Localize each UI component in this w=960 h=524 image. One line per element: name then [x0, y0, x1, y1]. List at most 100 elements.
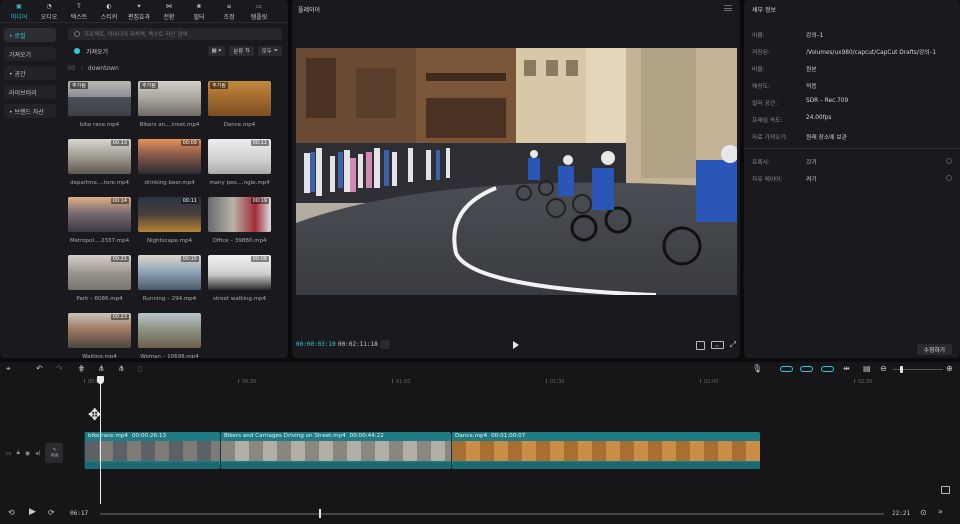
play-icon[interactable]	[513, 341, 519, 349]
duration-badge: 00:19	[250, 198, 269, 204]
media-item[interactable]: 00:08 street walking.mp4	[208, 255, 271, 302]
audio-icon: ◔	[46, 3, 52, 10]
import-button[interactable]: 가져오기	[86, 47, 108, 56]
link-main-icon[interactable]	[780, 366, 793, 372]
detail-row: 컬러 공간: SDR – Rec.709	[752, 98, 952, 107]
media-thumbnail: 00:13	[68, 139, 131, 174]
info-icon[interactable]	[946, 158, 952, 164]
fullscreen-icon[interactable]: ⤢	[730, 340, 736, 350]
media-item[interactable]: 00:15 Running – 294.mp4	[138, 255, 201, 302]
zoom-in-icon[interactable]: ⊕	[946, 365, 953, 373]
track-lock-icon[interactable]: 🔒︎	[17, 449, 20, 457]
playhead[interactable]	[97, 376, 104, 504]
media-item[interactable]: 추가됨 bike race.mp4	[68, 81, 131, 128]
tab-audio[interactable]: ◔ 오디오	[34, 0, 64, 22]
footer-play-icon[interactable]: ▶	[29, 508, 36, 517]
sidebar-item[interactable]: 가져오기	[4, 47, 56, 61]
footer-scrubber[interactable]	[100, 513, 884, 515]
tab-adjust[interactable]: ≡ 조정	[214, 0, 244, 22]
search-input[interactable]: 프로젝트, 아이디어 피처백, 텍스트 라인 검색	[68, 28, 282, 40]
detail-key: 자유 레이어:	[752, 177, 783, 183]
timeline-clip[interactable]: Dance.mp4 00:01:00:07	[451, 432, 760, 469]
sidebar-item[interactable]: • 공간	[4, 66, 56, 80]
media-item[interactable]: 00:11 many peo....ngle.mp4	[208, 139, 271, 186]
footer-scrubber-knob[interactable]	[319, 509, 321, 518]
template-icon: ▭	[256, 3, 262, 10]
media-thumbnail: 00:21	[68, 255, 131, 290]
track-header: ▭ 🔒︎ ◉ ◂) ✎ 커버	[4, 436, 80, 470]
expand-icon[interactable]: »	[938, 508, 943, 516]
track-eye-icon[interactable]: ◉	[25, 450, 30, 457]
undo-icon[interactable]: ↶	[36, 365, 43, 373]
tab-text[interactable]: T 텍스트	[64, 0, 94, 22]
split-right-icon[interactable]: ⋔	[118, 365, 125, 373]
sidebar-item[interactable]: 라이브러리	[4, 85, 56, 99]
caption-icon[interactable]: ▤	[863, 365, 871, 373]
media-item[interactable]: 00:11 Nightscape.mp4	[138, 197, 201, 244]
prev-segment-icon[interactable]: ⊙	[920, 509, 927, 517]
timeline-toolbar: ⌖ ↶ ↷ ⋕ ⋔ ⋔ ▯ 🎙︎ ⇹ ▤ ⊖ ⊕	[0, 362, 960, 376]
tab-filter[interactable]: ❀ 필터	[184, 0, 214, 22]
detail-key: 이름:	[752, 33, 765, 39]
detail-value: 원래 장소에 보관	[806, 135, 848, 141]
track-visibility-icon[interactable]: ▭	[6, 450, 12, 457]
timecode-toggle-icon[interactable]	[380, 340, 390, 349]
rewind-icon[interactable]: ⟲	[8, 509, 15, 517]
fit-timeline-icon[interactable]	[941, 486, 950, 494]
ruler-tick-mark	[392, 379, 393, 383]
select-tool-icon[interactable]: ⌖	[6, 365, 11, 373]
split-left-icon[interactable]: ⋔	[98, 365, 105, 373]
ruler-tick-mark	[700, 379, 701, 383]
media-item[interactable]: 00:13 departme....tore.mp4	[68, 139, 131, 186]
tab-media[interactable]: ▣ 미디어	[4, 0, 34, 22]
sidebar-item[interactable]: • 브랜드 자산	[4, 104, 56, 118]
tab-transition[interactable]: ⋈ 전환	[154, 0, 184, 22]
mic-icon[interactable]: 🎙︎	[752, 365, 762, 373]
delete-icon[interactable]: ▯	[138, 365, 142, 373]
media-thumbnail: 추가됨	[68, 81, 131, 116]
ratio-icon[interactable]: ▭	[710, 341, 724, 349]
media-item[interactable]: 추가됨 Dance.mp4	[208, 81, 271, 128]
modify-button[interactable]: 수정하기	[916, 344, 952, 355]
redo-icon[interactable]: ↷	[56, 365, 63, 373]
split-icon[interactable]: ⋕	[78, 365, 85, 373]
timeline-footer: ⟲ ▶ ⟳ 06:17 22:21 ⊙ »	[0, 504, 960, 524]
tab-effects[interactable]: ✦ 편집효과	[124, 0, 154, 22]
timeline-clip[interactable]: Bikers and Carriages Driving on Street.m…	[220, 432, 451, 469]
sidebar-item[interactable]: • 로컬	[4, 28, 56, 42]
media-thumbnail	[138, 313, 201, 348]
filter-all-button[interactable]: 모두 ⏷	[257, 46, 282, 56]
timeline-clip[interactable]: bike race.mp4 00:00:26:13	[84, 432, 220, 469]
breadcrumb-root[interactable]: 05	[68, 65, 76, 72]
toolbar-divider	[0, 22, 288, 23]
media-item[interactable]: Woman – 10698.mp4	[138, 313, 201, 358]
tab-template[interactable]: ▭ 템플릿	[244, 0, 274, 22]
view-toggle-button[interactable]: ▦ ▾	[207, 46, 226, 56]
link-snap-icon[interactable]	[800, 366, 813, 372]
media-item[interactable]: 00:09 drinking beer.mp4	[138, 139, 201, 186]
cover-button[interactable]: ✎ 커버	[45, 443, 64, 463]
media-item[interactable]: 00:21 Park – 6086.mp4	[68, 255, 131, 302]
media-item[interactable]: 00:14 Metropol....2337.mp4	[68, 197, 131, 244]
video-preview[interactable]	[296, 48, 737, 295]
menu-icon[interactable]	[724, 5, 732, 11]
tab-sticker[interactable]: ◐ 스티커	[94, 0, 124, 22]
duration-badge: 00:13	[110, 140, 129, 146]
info-icon[interactable]	[946, 175, 952, 181]
clip-audio-wave	[221, 462, 451, 469]
media-item[interactable]: 00:23 Waiting.mp4	[68, 313, 131, 358]
fit-frame-icon[interactable]	[695, 340, 705, 350]
clip-filmstrip	[85, 441, 220, 461]
track-audio-icon[interactable]: ◂)	[35, 450, 40, 457]
zoom-out-icon[interactable]: ⊖	[880, 365, 887, 373]
link-preview-icon[interactable]	[821, 366, 834, 372]
media-item[interactable]: 추가됨 Bikers an....treet.mp4	[138, 81, 201, 128]
timeline-ruler[interactable]: 00:00 00:30 01:00 01:30 02:00 02:30	[84, 379, 960, 387]
text-icon: T	[77, 3, 81, 10]
sort-button[interactable]: 분류 ⇅	[229, 46, 254, 56]
media-item[interactable]: 00:19 Office – 39880.mp4	[208, 197, 271, 244]
split-view-icon[interactable]: ⇹	[843, 365, 850, 373]
media-name: Park – 6086.mp4	[76, 296, 123, 302]
zoom-slider-knob[interactable]	[900, 366, 903, 373]
forward-icon[interactable]: ⟳	[48, 509, 55, 517]
